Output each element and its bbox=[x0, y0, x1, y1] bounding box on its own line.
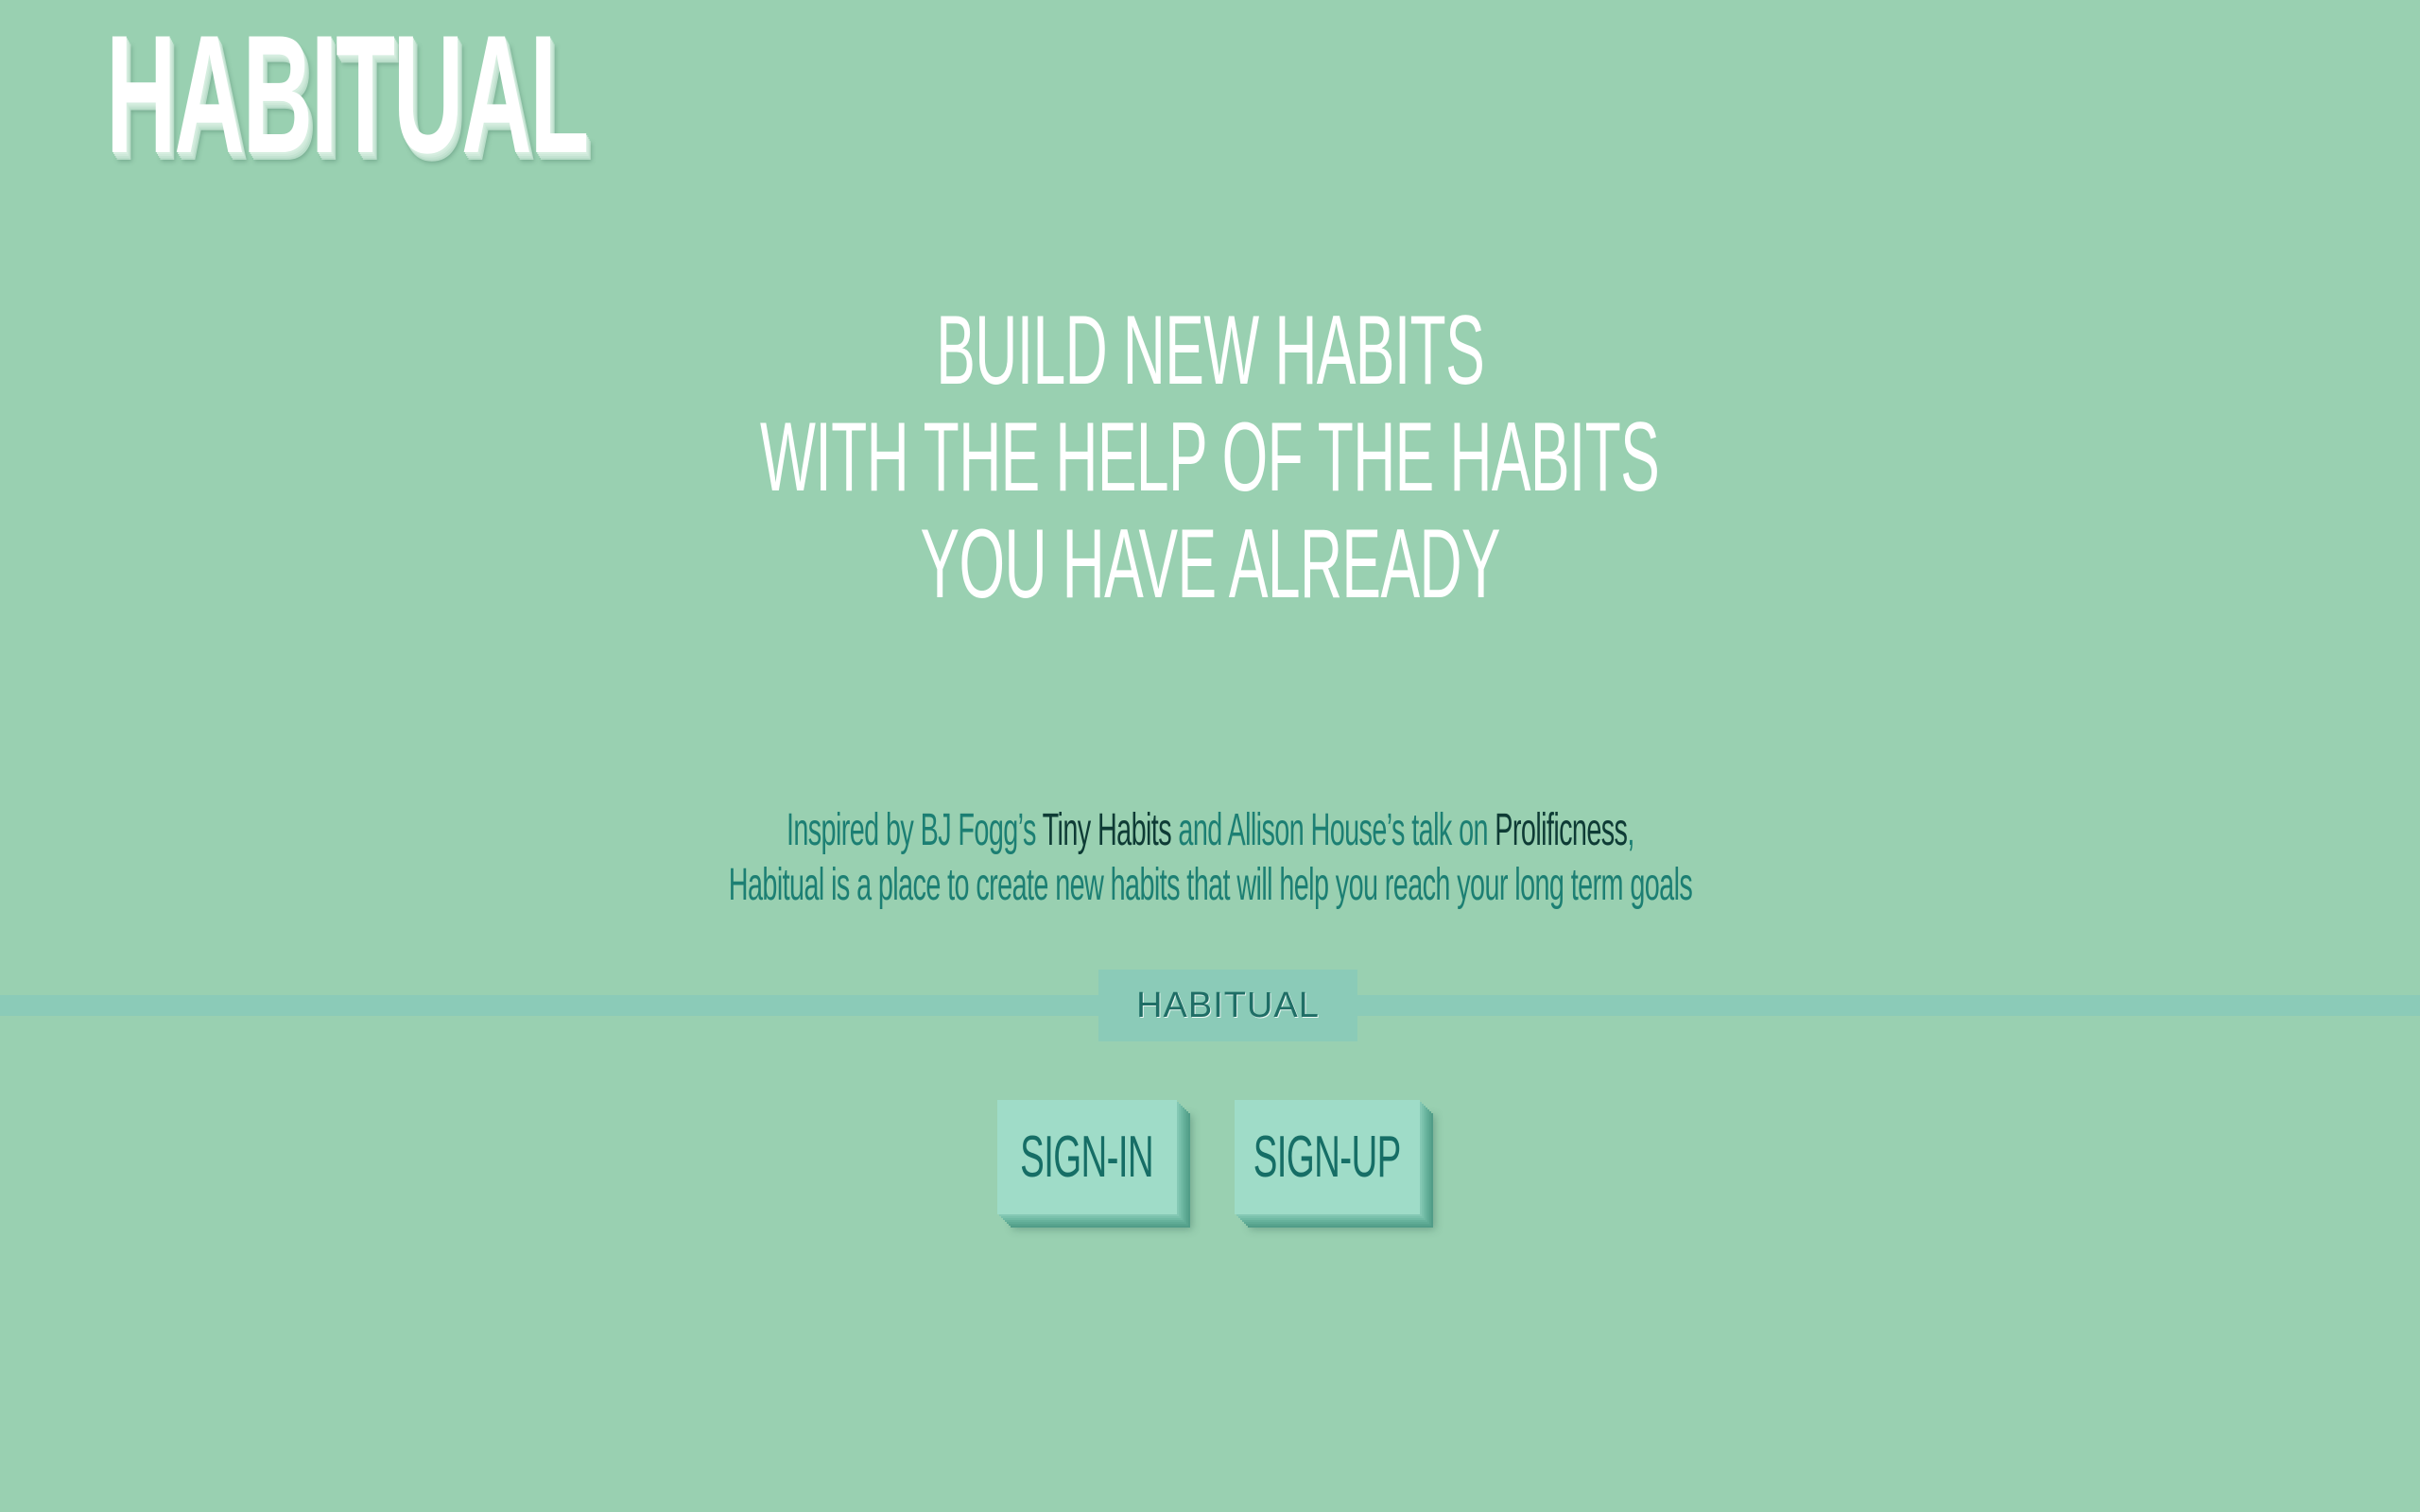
logo-text: HABITUAL bbox=[106, 0, 589, 188]
tagline: Inspired by BJ Fogg’s Tiny Habits and Al… bbox=[0, 803, 2420, 913]
hero-line-1: BUILD NEW HABITS bbox=[936, 296, 1484, 405]
sign-up-label: SIGN-UP bbox=[1253, 1125, 1401, 1190]
prolificness-link[interactable]: Prolificness bbox=[1495, 805, 1628, 855]
tagline-middle: and Allison House’s talk on bbox=[1170, 805, 1495, 855]
tagline-line-1: Inspired by BJ Fogg’s Tiny Habits and Al… bbox=[0, 803, 2420, 858]
tagline-line-2: Habitual is a place to create new habits… bbox=[0, 858, 2420, 913]
tagline-prefix: Inspired by BJ Fogg’s bbox=[786, 805, 1043, 855]
hero-line-3: YOU HAVE ALREADY bbox=[920, 509, 1500, 619]
hero-line-2: WITH THE HELP OF THE HABITS bbox=[760, 403, 1660, 512]
tiny-habits-link[interactable]: Tiny Habits bbox=[1042, 805, 1171, 855]
logo[interactable]: HABITUAL bbox=[106, 9, 936, 180]
divider-label: HABITUAL bbox=[1098, 970, 1357, 1041]
tagline-description: Habitual is a place to create new habits… bbox=[728, 860, 1692, 910]
tagline-suffix: , bbox=[1626, 805, 1634, 855]
sign-up-button[interactable]: SIGN-UP bbox=[1235, 1100, 1420, 1214]
sign-in-button[interactable]: SIGN-IN bbox=[997, 1100, 1177, 1214]
hero-headline: BUILD NEW HABITS WITH THE HELP OF THE HA… bbox=[0, 298, 2420, 618]
sign-in-label: SIGN-IN bbox=[1020, 1125, 1155, 1190]
